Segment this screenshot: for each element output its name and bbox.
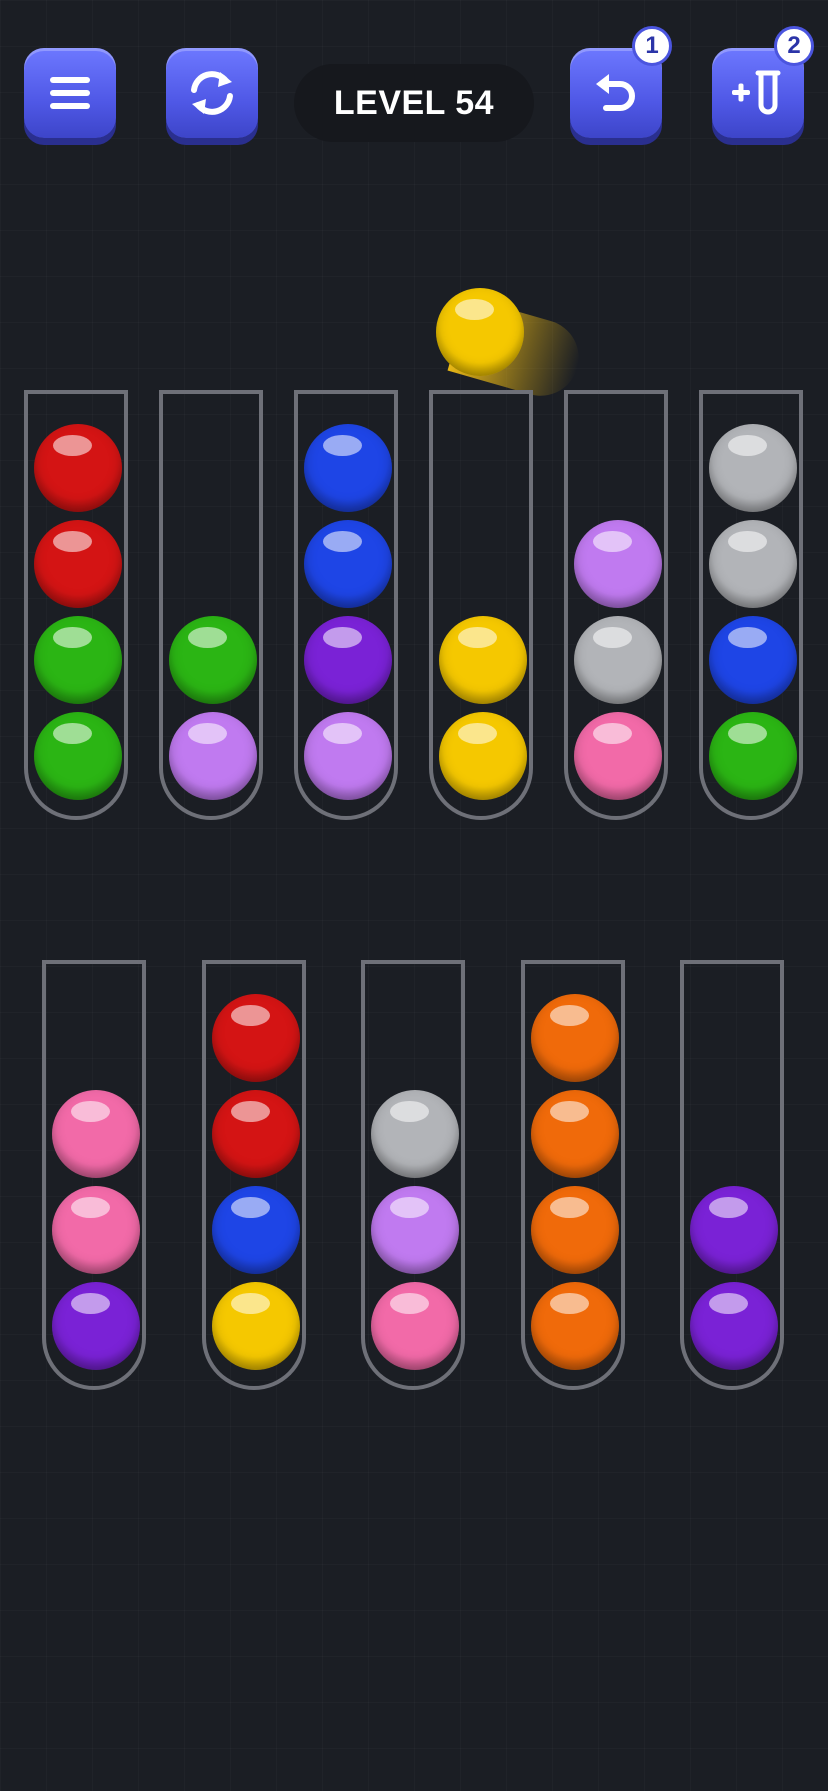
green-ball [34,712,122,800]
undo-button[interactable]: 1 [570,26,672,138]
lilac-ball [574,520,662,608]
blue-ball [304,520,392,608]
restart-arrows-icon [191,71,233,115]
tube-1-3[interactable] [294,390,398,820]
level-indicator: LEVEL 54 [294,64,534,142]
purple-ball [690,1186,778,1274]
red-ball [34,424,122,512]
pink-ball [574,712,662,800]
tube-1-6[interactable] [699,390,803,820]
yellow-ball [212,1282,300,1370]
add-tube-icon [732,70,781,115]
lifted-ball[interactable] [436,288,524,376]
menu-button[interactable] [24,48,116,138]
tube-2-3[interactable] [361,960,465,1390]
yellow-ball [439,712,527,800]
orange-ball [531,994,619,1082]
tube-2-4[interactable] [521,960,625,1390]
green-ball [169,616,257,704]
tube-1-2[interactable] [159,390,263,820]
undo-arrow-icon [596,74,635,111]
add-tube-button[interactable]: 2 [712,26,814,138]
red-ball [34,520,122,608]
lilac-ball [304,712,392,800]
purple-ball [304,616,392,704]
yellow-ball [439,616,527,704]
pink-ball [52,1090,140,1178]
purple-ball [52,1282,140,1370]
blue-ball [212,1186,300,1274]
tube-2-5[interactable] [680,960,784,1390]
lilac-ball [169,712,257,800]
orange-ball [531,1090,619,1178]
undo-count-badge: 1 [632,26,672,66]
add-tube-count-badge: 2 [774,26,814,66]
tube-1-4[interactable] [429,390,533,820]
orange-ball [531,1282,619,1370]
red-ball [212,1090,300,1178]
restart-button[interactable] [166,48,258,138]
grey-ball [371,1090,459,1178]
green-ball [34,616,122,704]
blue-ball [304,424,392,512]
orange-ball [531,1186,619,1274]
level-label: LEVEL 54 [333,83,495,122]
tube-2-2[interactable] [202,960,306,1390]
tube-1-5[interactable] [564,390,668,820]
grey-ball [709,520,797,608]
red-ball [212,994,300,1082]
tube-1-1[interactable] [24,390,128,820]
pink-ball [371,1282,459,1370]
green-ball [709,712,797,800]
lilac-ball [371,1186,459,1274]
grey-ball [574,616,662,704]
tube-2-1[interactable] [42,960,146,1390]
grey-ball [709,424,797,512]
blue-ball [709,616,797,704]
pink-ball [52,1186,140,1274]
hamburger-menu-icon [50,77,90,109]
purple-ball [690,1282,778,1370]
